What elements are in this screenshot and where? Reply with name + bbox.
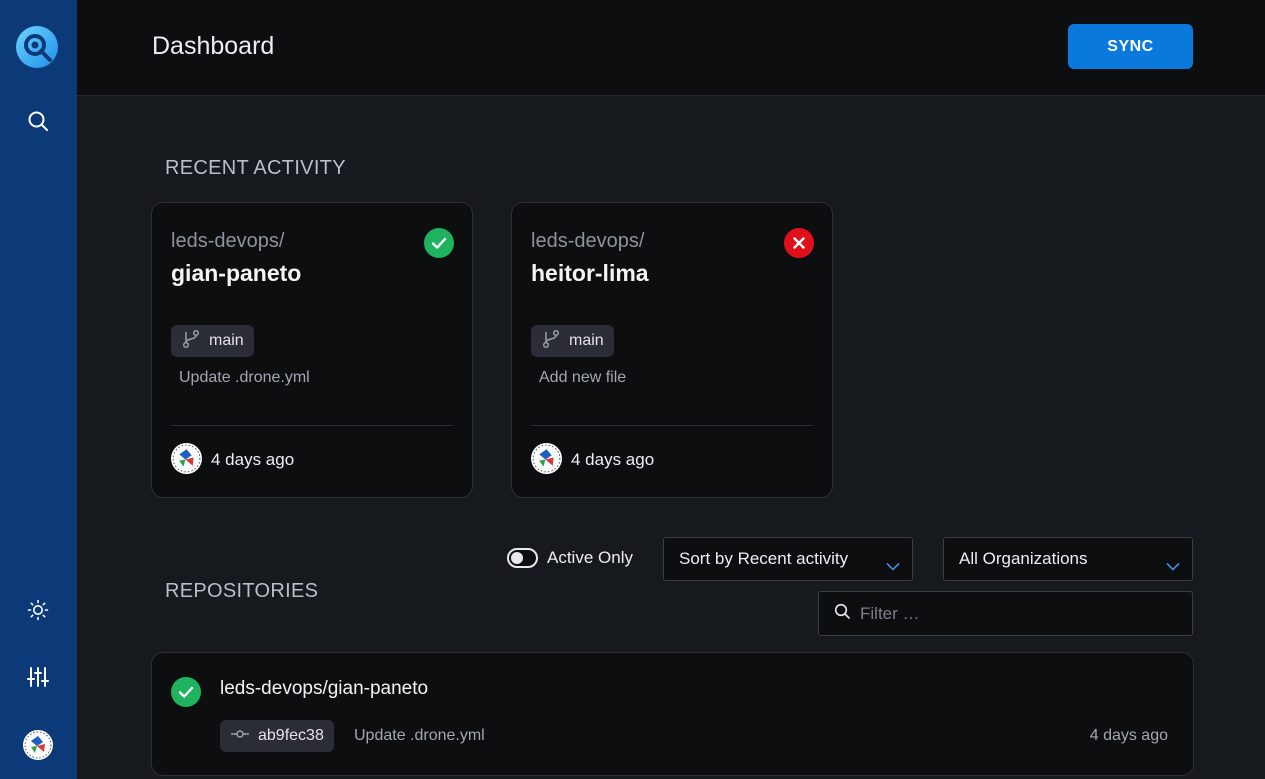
filter-input[interactable] bbox=[860, 603, 1160, 624]
divider bbox=[531, 425, 813, 426]
activity-card[interactable]: leds-devops/ gian-paneto main Update .dr… bbox=[151, 202, 473, 498]
commit-hash: ab9fec38 bbox=[258, 727, 324, 744]
git-branch-icon bbox=[181, 329, 201, 354]
chevron-down-icon bbox=[886, 556, 900, 576]
card-repo-name: gian-paneto bbox=[171, 260, 302, 286]
commit-message: Add new file bbox=[539, 369, 627, 386]
commit-message: Update .drone.yml bbox=[354, 727, 485, 744]
repository-row[interactable]: leds-devops/gian-paneto ab9fec38 Update … bbox=[151, 652, 1194, 776]
repository-time: 4 days ago bbox=[1089, 727, 1168, 744]
git-branch-icon bbox=[541, 329, 561, 354]
chevron-down-icon bbox=[1166, 556, 1180, 576]
sort-select-value: Sort by Recent activity bbox=[679, 549, 849, 568]
sync-button[interactable]: SYNC bbox=[1068, 24, 1193, 69]
divider bbox=[171, 425, 453, 426]
commit-badge: ab9fec38 bbox=[220, 720, 334, 752]
success-icon bbox=[424, 228, 454, 258]
search-icon bbox=[834, 603, 850, 624]
recent-activity-title: RECENT ACTIVITY bbox=[165, 157, 346, 179]
drone-logo-icon[interactable] bbox=[16, 26, 58, 68]
header: Dashboard SYNC bbox=[77, 0, 1265, 96]
card-repo-name: heitor-lima bbox=[531, 260, 649, 286]
page-title: Dashboard bbox=[152, 32, 275, 60]
branch-name: main bbox=[569, 332, 604, 349]
card-time: 4 days ago bbox=[571, 450, 655, 469]
organization-select[interactable]: All Organizations bbox=[943, 537, 1193, 581]
repositories-title: REPOSITORIES bbox=[165, 580, 319, 602]
activity-card[interactable]: leds-devops/ heitor-lima main Add new fi… bbox=[511, 202, 833, 498]
sidebar bbox=[0, 0, 77, 779]
user-avatar[interactable] bbox=[22, 729, 54, 761]
active-only-toggle[interactable]: Active Only bbox=[507, 548, 633, 568]
card-owner: leds-devops/ bbox=[171, 230, 285, 252]
sort-select[interactable]: Sort by Recent activity bbox=[663, 537, 913, 581]
active-only-label: Active Only bbox=[547, 548, 633, 567]
author-avatar bbox=[531, 443, 562, 474]
filter-field[interactable] bbox=[818, 591, 1193, 636]
card-owner: leds-devops/ bbox=[531, 230, 645, 252]
branch-badge: main bbox=[531, 325, 614, 357]
author-avatar bbox=[171, 443, 202, 474]
git-commit-icon bbox=[230, 727, 250, 745]
success-icon bbox=[171, 677, 201, 707]
branch-badge: main bbox=[171, 325, 254, 357]
commit-message: Update .drone.yml bbox=[179, 369, 310, 386]
organization-select-value: All Organizations bbox=[959, 549, 1088, 568]
card-time: 4 days ago bbox=[211, 450, 295, 469]
toggle-switch[interactable] bbox=[507, 548, 538, 568]
sun-icon[interactable] bbox=[22, 594, 54, 626]
branch-name: main bbox=[209, 332, 244, 349]
repository-name: leds-devops/gian-paneto bbox=[220, 678, 429, 699]
search-icon[interactable] bbox=[22, 105, 54, 137]
sliders-icon[interactable] bbox=[22, 661, 54, 693]
failure-icon bbox=[784, 228, 814, 258]
